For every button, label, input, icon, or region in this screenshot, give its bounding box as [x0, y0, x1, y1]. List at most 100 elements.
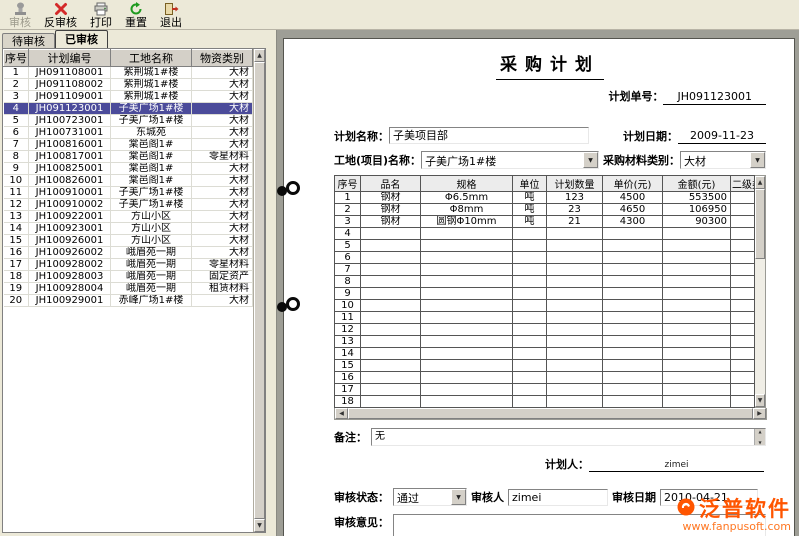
scroll-thumb[interactable] — [755, 189, 765, 259]
item-qty — [547, 324, 603, 336]
remark-scrollbar[interactable]: ▲ ▼ — [754, 429, 765, 445]
item-spec — [421, 264, 513, 276]
item-price — [603, 228, 663, 240]
plan-row-seq: 8 — [4, 151, 29, 163]
plan-row-category: 租赁材料 — [192, 283, 253, 295]
plan-row[interactable]: 11 JH100910001 子美广场1#楼 大材 — [4, 187, 253, 199]
plan-row[interactable]: 16 JH100926002 峨眉苑一期 大材 — [4, 247, 253, 259]
plan-row[interactable]: 13 JH100922001 方山小区 大材 — [4, 211, 253, 223]
chevron-down-icon[interactable]: ▼ — [750, 152, 765, 168]
plan-row[interactable]: 2 JH091108002 紫荆城1#楼 大材 — [4, 79, 253, 91]
scroll-down-icon[interactable]: ▼ — [755, 394, 765, 407]
header-site[interactable]: 工地名称 — [111, 50, 192, 67]
scroll-down-icon[interactable]: ▼ — [758, 440, 761, 445]
chevron-down-icon[interactable]: ▼ — [583, 152, 598, 168]
plan-row[interactable]: 20 JH100929001 赤峰广场1#楼 大材 — [4, 295, 253, 307]
plan-row-category: 大材 — [192, 223, 253, 235]
item-row[interactable]: 5 — [335, 240, 755, 252]
item-amount — [663, 300, 731, 312]
plan-row[interactable]: 17 JH100928002 峨眉苑一期 零星材料 — [4, 259, 253, 271]
item-name — [361, 288, 421, 300]
remark-field[interactable]: 无 ▲ ▼ — [371, 428, 766, 446]
scroll-thumb[interactable] — [254, 62, 265, 519]
review-status-dropdown[interactable]: 通过 ▼ — [393, 488, 467, 506]
reset-button[interactable]: 重置 — [120, 1, 152, 29]
audit-button[interactable]: 审核 — [4, 1, 36, 29]
header-seq[interactable]: 序号 — [4, 50, 29, 67]
scroll-right-icon[interactable]: ▶ — [753, 408, 766, 419]
exit-button[interactable]: 退出 — [155, 1, 187, 29]
item-row[interactable]: 9 — [335, 288, 755, 300]
item-row[interactable]: 12 — [335, 324, 755, 336]
plans-table-body: 1 JH091108001 紫荆城1#楼 大材 2 JH091108002 紫荆… — [4, 67, 253, 307]
item-amount: 90300 — [663, 216, 731, 228]
item-row[interactable]: 18 — [335, 396, 755, 408]
plan-row[interactable]: 10 JH100826001 棠邑阁1# 大材 — [4, 175, 253, 187]
scroll-up-icon[interactable]: ▲ — [254, 49, 265, 62]
plan-row[interactable]: 6 JH100731001 东城苑 大材 — [4, 127, 253, 139]
reviewer-field[interactable]: zimei — [508, 489, 608, 506]
scroll-up-icon[interactable]: ▲ — [755, 176, 765, 189]
item-row[interactable]: 17 — [335, 384, 755, 396]
item-row[interactable]: 15 — [335, 360, 755, 372]
item-row[interactable]: 13 — [335, 336, 755, 348]
item-row[interactable]: 3 钢材 圆钢Φ10mm 吨 21 4300 90300 — [335, 216, 755, 228]
item-name — [361, 228, 421, 240]
item-row[interactable]: 11 — [335, 312, 755, 324]
unaudit-button[interactable]: 反审核 — [39, 1, 82, 29]
item-subcategory — [731, 192, 755, 204]
print-button[interactable]: 打印 — [85, 1, 117, 29]
tab-pending-audit[interactable]: 待审核 — [2, 33, 55, 48]
items-vertical-scrollbar[interactable]: ▲ ▼ — [755, 175, 766, 408]
item-amount — [663, 288, 731, 300]
items-header-name: 品名 — [361, 176, 421, 192]
brand-row: 泛普软件 — [677, 498, 791, 520]
item-price — [603, 300, 663, 312]
plan-row[interactable]: 4 JH091123001 子美广场1#楼 大材 — [4, 103, 253, 115]
plan-row[interactable]: 5 JH100723001 子美广场1#楼 大材 — [4, 115, 253, 127]
site-dropdown[interactable]: 子美广场1#楼 ▼ — [421, 151, 599, 169]
plan-row[interactable]: 12 JH100910002 子美广场1#楼 大材 — [4, 199, 253, 211]
item-row[interactable]: 2 钢材 Φ8mm 吨 23 4650 106950 — [335, 204, 755, 216]
item-amount — [663, 228, 731, 240]
scroll-down-icon[interactable]: ▼ — [254, 519, 265, 532]
plan-row[interactable]: 14 JH100923001 方山小区 大材 — [4, 223, 253, 235]
plan-row[interactable]: 15 JH100926001 方山小区 大材 — [4, 235, 253, 247]
plan-row[interactable]: 7 JH100816001 棠邑阁1# 大材 — [4, 139, 253, 151]
tab-audited[interactable]: 已审核 — [55, 30, 108, 48]
plan-row[interactable]: 1 JH091108001 紫荆城1#楼 大材 — [4, 67, 253, 79]
plan-row-plan-no: JH100723001 — [29, 115, 111, 127]
item-qty — [547, 312, 603, 324]
plan-row[interactable]: 19 JH100928004 峨眉苑一期 租赁材料 — [4, 283, 253, 295]
plans-scrollbar[interactable]: ▲ ▼ — [253, 49, 265, 532]
plan-row[interactable]: 18 JH100928003 峨眉苑一期 固定资产 — [4, 271, 253, 283]
header-plan-no[interactable]: 计划编号 — [29, 50, 111, 67]
plan-row-site: 棠邑阁1# — [111, 139, 192, 151]
chevron-down-icon[interactable]: ▼ — [451, 489, 466, 505]
item-amount — [663, 276, 731, 288]
plan-row[interactable]: 3 JH091109001 紫荆城1#楼 大材 — [4, 91, 253, 103]
item-row[interactable]: 1 钢材 Φ6.5mm 吨 123 4500 553500 — [335, 192, 755, 204]
header-category[interactable]: 物资类别 — [192, 50, 253, 67]
plan-name-field[interactable]: 子美项目部 — [389, 127, 589, 144]
item-row[interactable]: 10 — [335, 300, 755, 312]
item-row[interactable]: 8 — [335, 276, 755, 288]
plan-row-site: 棠邑阁1# — [111, 163, 192, 175]
brand-url[interactable]: www.fanpusoft.com — [677, 520, 791, 533]
scroll-left-icon[interactable]: ◀ — [335, 408, 348, 419]
plan-row[interactable]: 8 JH100817001 棠邑阁1# 零星材料 — [4, 151, 253, 163]
scroll-up-icon[interactable]: ▲ — [758, 429, 761, 434]
material-dropdown[interactable]: 大材 ▼ — [680, 151, 766, 169]
item-row[interactable]: 4 — [335, 228, 755, 240]
item-row[interactable]: 16 — [335, 372, 755, 384]
scroll-thumb[interactable] — [348, 408, 753, 419]
items-horizontal-scrollbar[interactable]: ◀ ▶ — [334, 408, 767, 420]
item-row[interactable]: 7 — [335, 264, 755, 276]
plan-row-seq: 16 — [4, 247, 29, 259]
item-amount — [663, 312, 731, 324]
item-row[interactable]: 6 — [335, 252, 755, 264]
panel-splitter[interactable] — [266, 30, 277, 536]
binder-ring-icon — [277, 296, 307, 318]
plan-row[interactable]: 9 JH100825001 棠邑阁1# 大材 — [4, 163, 253, 175]
item-row[interactable]: 14 — [335, 348, 755, 360]
